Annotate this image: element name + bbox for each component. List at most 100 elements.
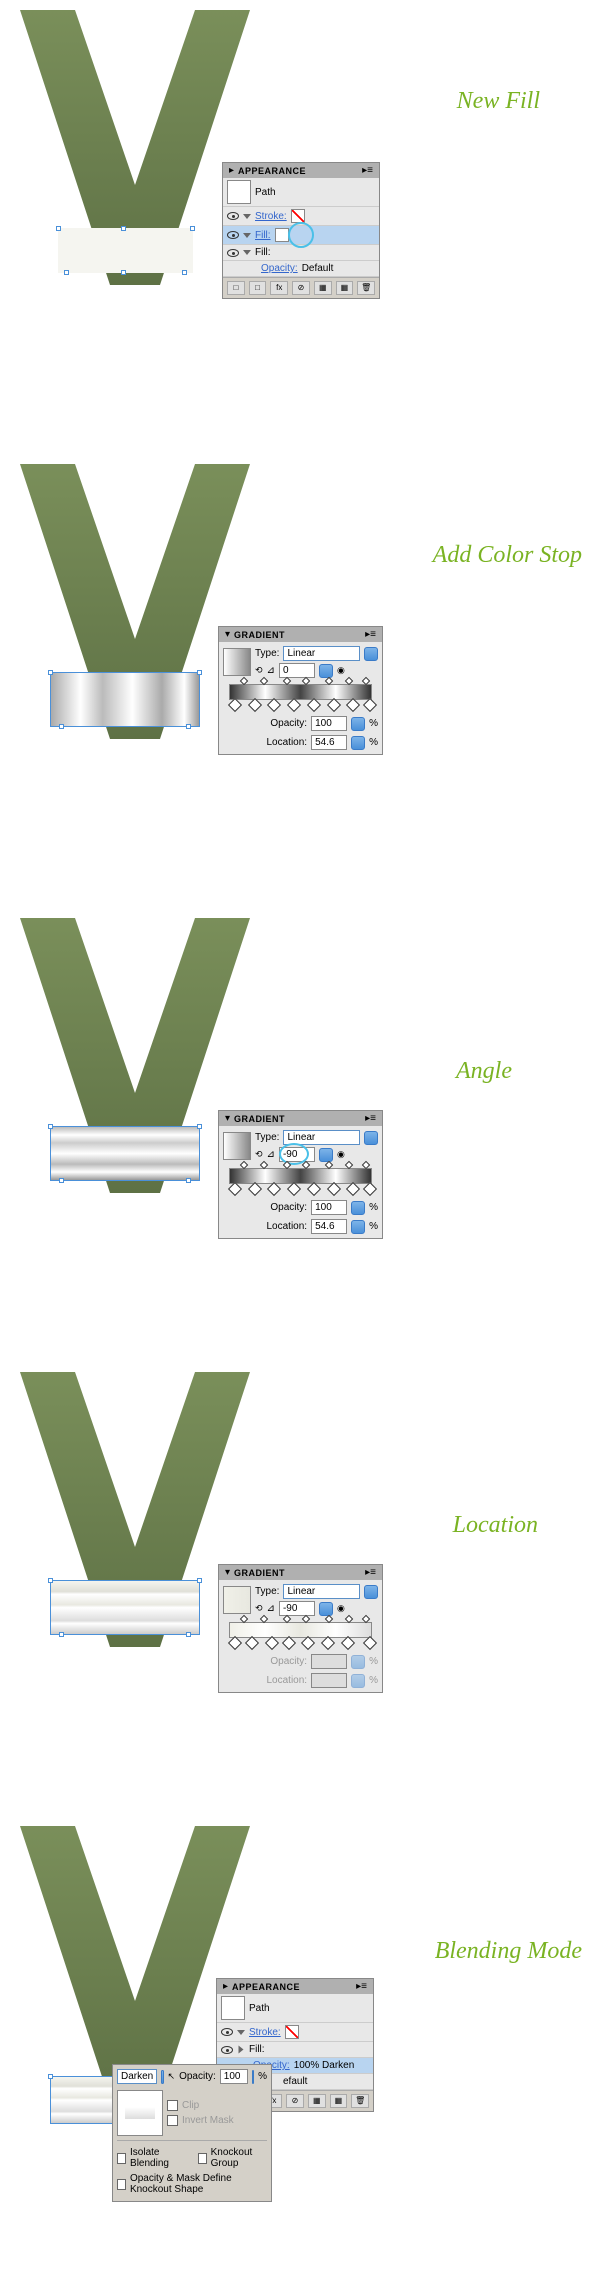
menu-icon[interactable]: ▸≡ <box>356 1981 367 1992</box>
define-label: Opacity & Mask Define Knockout Shape <box>130 2173 267 2195</box>
location-arrow[interactable] <box>351 1220 365 1234</box>
collapse-icon[interactable]: ▾ <box>225 629 230 640</box>
opacity-input[interactable] <box>311 716 347 731</box>
blend-arrow[interactable] <box>161 2070 163 2084</box>
step-2: Add Color Stop ▾ GRADIENT ▸≡ Type: Linea… <box>0 454 600 908</box>
gradient-panel[interactable]: ▾ GRADIENT ▸≡ Type: Linear ⟲ ⊿ <box>218 1564 383 1693</box>
gradient-preview[interactable] <box>223 648 251 676</box>
menu-icon[interactable]: ▸≡ <box>365 1113 376 1124</box>
knockout-checkbox[interactable] <box>198 2153 207 2164</box>
fill-swatch[interactable] <box>275 228 289 242</box>
panel-title: GRADIENT <box>234 630 285 640</box>
btn-trash[interactable]: 🗑 <box>357 281 375 295</box>
panel-header[interactable]: ▾ GRADIENT ▸≡ <box>219 627 382 642</box>
type-label: Type: <box>255 1132 279 1143</box>
panel-footer: □ □ fx ⊘ ▦ ▦ 🗑 <box>223 277 379 298</box>
appearance-panel[interactable]: ▸ APPEARANCE ▸≡ Path Stroke: Fill: <box>222 162 380 299</box>
btn-fx[interactable]: fx <box>270 281 288 295</box>
invert-checkbox[interactable] <box>167 2115 178 2126</box>
angle-arrow[interactable] <box>319 1602 333 1616</box>
menu-icon[interactable]: ▸≡ <box>365 629 376 640</box>
btn-6[interactable]: ▦ <box>336 281 354 295</box>
angle-arrow[interactable] <box>319 664 333 678</box>
angle-input[interactable] <box>279 1601 315 1616</box>
gradient-panel[interactable]: ▾ GRADIENT ▸≡ Type: Linear ⟲ ⊿ <box>218 626 383 755</box>
location-input[interactable] <box>311 735 347 750</box>
btn-1[interactable]: □ <box>227 281 245 295</box>
opacity-label[interactable]: Opacity: <box>261 263 298 274</box>
angle-arrow[interactable] <box>319 1148 333 1162</box>
blend-mode-dropdown[interactable]: Darken <box>117 2069 157 2084</box>
menu-icon[interactable]: ▸≡ <box>362 165 373 176</box>
type-label: Type: <box>255 1586 279 1597</box>
btn-2[interactable]: □ <box>249 281 267 295</box>
highlight-circle <box>288 222 314 248</box>
appearance-path-row[interactable]: Path <box>217 1994 373 2023</box>
location-input[interactable] <box>311 1219 347 1234</box>
opacity-input[interactable] <box>311 1200 347 1215</box>
type-arrow[interactable] <box>364 1585 378 1599</box>
blend-opacity-arrow[interactable] <box>252 2070 254 2084</box>
panel-header[interactable]: ▸ APPEARANCE ▸≡ <box>223 163 379 178</box>
isolate-checkbox[interactable] <box>117 2153 126 2164</box>
btn-4[interactable]: ⊘ <box>292 281 310 295</box>
btn-5[interactable]: ▦ <box>308 2094 326 2108</box>
collapse-icon[interactable]: ▾ <box>225 1113 230 1124</box>
stroke-label[interactable]: Stroke: <box>255 211 287 222</box>
step-3: Angle ▾ GRADIENT ▸≡ Type: Linear <box>0 908 600 1362</box>
appearance-opacity-row[interactable]: Opacity: Default <box>223 261 379 277</box>
opacity-label: Opacity: <box>270 1656 307 1667</box>
panel-title: APPEARANCE <box>238 166 306 176</box>
step-label: Angle <box>456 1058 512 1085</box>
panel-header[interactable]: ▾ GRADIENT ▸≡ <box>219 1565 382 1580</box>
btn-5[interactable]: ▦ <box>314 281 332 295</box>
none-swatch[interactable] <box>291 209 305 223</box>
column-base <box>50 1580 200 1635</box>
appearance-fill-row-selected[interactable]: Fill: <box>223 226 379 245</box>
location-arrow[interactable] <box>351 736 365 750</box>
opacity-arrow[interactable] <box>351 717 365 731</box>
type-dropdown[interactable]: Linear <box>283 646 360 661</box>
gradient-preview[interactable] <box>223 1132 251 1160</box>
panel-header[interactable]: ▸ APPEARANCE ▸≡ <box>217 1979 373 1994</box>
step-label: Blending Mode <box>435 1938 582 1965</box>
type-arrow[interactable] <box>364 647 378 661</box>
fill-label[interactable]: Fill: <box>255 230 271 241</box>
gradient-slider[interactable] <box>229 1168 372 1184</box>
define-checkbox[interactable] <box>117 2179 126 2190</box>
appearance-fill-row[interactable]: Fill: <box>217 2042 373 2058</box>
panel-header[interactable]: ▾ GRADIENT ▸≡ <box>219 1111 382 1126</box>
stroke-label[interactable]: Stroke: <box>249 2027 281 2038</box>
type-dropdown[interactable]: Linear <box>283 1584 360 1599</box>
collapse-icon[interactable]: ▸ <box>223 1981 228 1992</box>
gradient-slider[interactable] <box>229 684 372 700</box>
invert-label: Invert Mask <box>182 2115 234 2126</box>
percent: % <box>369 1202 378 1213</box>
angle-input[interactable] <box>279 663 315 678</box>
column-base <box>50 672 200 727</box>
appearance-stroke-row[interactable]: Stroke: <box>217 2023 373 2042</box>
percent: % <box>369 1675 378 1686</box>
gradient-panel[interactable]: ▾ GRADIENT ▸≡ Type: Linear ⟲ ⊿ <box>218 1110 383 1239</box>
blend-opacity-input[interactable] <box>220 2069 248 2084</box>
none-swatch[interactable] <box>285 2025 299 2039</box>
type-arrow[interactable] <box>364 1131 378 1145</box>
appearance-path-row[interactable]: Path <box>223 178 379 207</box>
fill-label: Fill: <box>249 2044 265 2055</box>
collapse-icon[interactable]: ▾ <box>225 1567 230 1578</box>
btn-6[interactable]: ▦ <box>330 2094 348 2108</box>
btn-trash[interactable]: 🗑 <box>351 2094 369 2108</box>
panel-title: GRADIENT <box>234 1114 285 1124</box>
thumbnail[interactable] <box>117 2090 163 2136</box>
opacity-arrow[interactable] <box>351 1201 365 1215</box>
location-label: Location: <box>267 1221 308 1232</box>
location-input <box>311 1673 347 1688</box>
clip-checkbox[interactable] <box>167 2100 178 2111</box>
gradient-slider[interactable] <box>229 1622 372 1638</box>
transparency-popup[interactable]: Darken ↖ Opacity: % Clip Invert Mask Iso… <box>112 2064 272 2202</box>
collapse-icon[interactable]: ▸ <box>229 165 234 176</box>
btn-4[interactable]: ⊘ <box>286 2094 304 2108</box>
column-base <box>58 228 193 273</box>
menu-icon[interactable]: ▸≡ <box>365 1567 376 1578</box>
gradient-preview[interactable] <box>223 1586 251 1614</box>
